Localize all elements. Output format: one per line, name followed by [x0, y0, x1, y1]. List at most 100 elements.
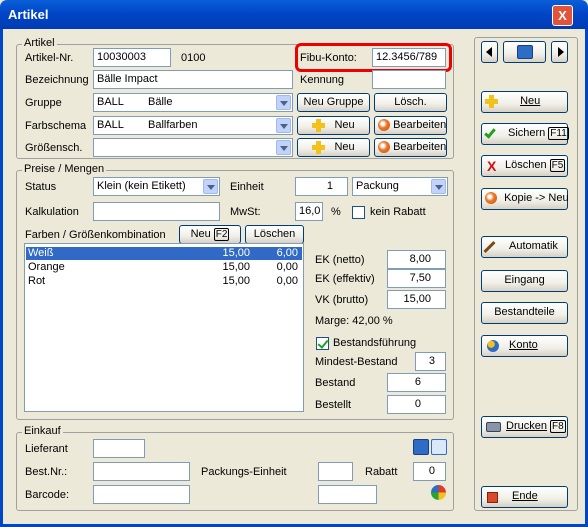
bestnr-field[interactable]	[93, 462, 190, 481]
plus-icon	[312, 118, 326, 132]
gruppe-name: Bälle	[148, 96, 173, 108]
lieferant-field[interactable]	[93, 439, 145, 458]
prev-record-button[interactable]	[481, 41, 498, 63]
bestandteile-button[interactable]: Bestandteile	[481, 302, 568, 324]
mwst-field[interactable]: 16,0	[295, 202, 323, 221]
lieferant-label: Lieferant	[25, 443, 68, 455]
table-icon[interactable]	[413, 439, 429, 455]
edit-icon	[378, 119, 390, 132]
row-stock: 6,00	[276, 247, 298, 259]
konto-button[interactable]: Konto	[481, 335, 568, 357]
einheit-qty-field[interactable]: 1	[295, 177, 348, 196]
vk-field[interactable]: 15,00	[387, 290, 446, 309]
chevron-down-icon[interactable]	[203, 179, 218, 194]
packungs-field[interactable]	[318, 462, 353, 481]
sichern-label: Sichern	[508, 127, 546, 139]
sichern-button[interactable]: Sichern F11	[481, 123, 569, 145]
eingang-button[interactable]: Eingang	[481, 270, 568, 292]
chevron-down-icon[interactable]	[276, 140, 291, 155]
packungs-label: Packungs-Einheit	[201, 466, 287, 478]
edit-icon	[378, 141, 390, 154]
row-name: Weiß	[28, 247, 54, 259]
kein-rabatt-checkbox[interactable]	[352, 206, 365, 219]
status-select[interactable]: Klein (kein Etikett)	[93, 177, 220, 196]
bestand-field[interactable]: 6	[387, 373, 446, 392]
automatik-label: Automatik	[509, 240, 558, 252]
kennung-label: Kennung	[300, 74, 345, 86]
farbschema-label: Farbschema	[25, 120, 87, 132]
chevron-down-icon[interactable]	[431, 179, 446, 194]
drucken-key: F8	[549, 420, 566, 433]
farben-list[interactable]: Weiß 15,00 6,00 Orange 15,00 0,00 Rot 15…	[24, 243, 304, 412]
farben-neu-label: Neu	[190, 228, 211, 240]
list-item[interactable]: Orange 15,00 0,00	[26, 261, 302, 274]
groessen-bearbeiten-button[interactable]: Bearbeiten	[374, 138, 447, 157]
artikel-nr-label: Artikel-Nr.	[25, 52, 74, 64]
bezeichnung-label: Bezeichnung	[25, 74, 89, 86]
bezeichnung-field[interactable]: Bälle Impact	[93, 70, 293, 89]
window-title: Artikel	[8, 7, 49, 22]
barcode-field[interactable]	[93, 485, 190, 504]
groessen-select[interactable]	[93, 138, 293, 157]
list-view-button[interactable]	[503, 41, 546, 63]
ende-label: Ende	[512, 490, 538, 502]
drucken-button[interactable]: Drucken F8	[481, 416, 568, 438]
bestand-label: Bestand	[315, 377, 356, 389]
exit-icon	[487, 492, 498, 503]
loeschen-key: F5	[549, 159, 566, 172]
farbschema-bearbeiten-label: Bearbeiten	[393, 119, 447, 131]
neu-gruppe-button[interactable]: Neu Gruppe	[297, 93, 370, 112]
row-name: Orange	[28, 261, 65, 273]
gruppe-select[interactable]: BALL Bälle	[93, 93, 293, 112]
farbschema-code: BALL	[97, 119, 124, 131]
bestellt-field[interactable]: 0	[387, 395, 446, 414]
copy-icon	[485, 192, 497, 205]
kalkulation-field[interactable]	[93, 202, 220, 221]
fibu-konto-highlight	[295, 43, 452, 72]
list-item[interactable]: Weiß 15,00 6,00	[26, 247, 302, 260]
einheit-label: Einheit	[230, 181, 264, 193]
ek-eff-label: EK (effektiv)	[315, 273, 375, 285]
farbschema-select[interactable]: BALL Ballfarben	[93, 116, 293, 135]
mindest-field[interactable]: 3	[415, 352, 446, 371]
close-button[interactable]: X	[552, 5, 573, 26]
chevron-down-icon[interactable]	[276, 118, 291, 133]
kennung-field[interactable]	[372, 70, 446, 89]
farbschema-name: Ballfarben	[148, 119, 198, 131]
farben-neu-button[interactable]: Neu F2	[179, 225, 241, 244]
table-icon	[517, 45, 533, 59]
einheit-select[interactable]: Packung	[352, 177, 448, 196]
rabatt-field[interactable]: 0	[413, 462, 446, 481]
status-label: Status	[25, 181, 57, 193]
status-value: Klein (kein Etikett)	[97, 180, 186, 192]
search-icon[interactable]	[431, 439, 447, 455]
next-record-button[interactable]	[551, 41, 568, 63]
chevron-down-icon[interactable]	[276, 95, 291, 110]
gruppe-label: Gruppe	[25, 97, 62, 109]
farbschema-bearbeiten-button[interactable]: Bearbeiten	[374, 116, 447, 135]
colors-icon[interactable]	[431, 485, 446, 500]
plus-icon	[485, 94, 498, 108]
ek-netto-field[interactable]: 8,00	[387, 250, 446, 269]
groessen-neu-button[interactable]: Neu	[297, 138, 370, 157]
arrow-right-icon	[558, 47, 564, 57]
kopie-button[interactable]: Kopie -> Neu	[481, 188, 569, 210]
ende-button[interactable]: Ende	[481, 486, 568, 508]
people-icon	[487, 340, 499, 352]
artikel-nr-field[interactable]: 10030003	[93, 48, 171, 67]
bestandsfuehrung-checkbox[interactable]	[316, 337, 329, 350]
arrow-left-icon	[486, 47, 492, 57]
barcode2-field[interactable]	[318, 485, 377, 504]
neu-label: Neu	[520, 95, 541, 107]
list-item[interactable]: Rot 15,00 0,00	[26, 275, 302, 288]
loeschen-button[interactable]: X Löschen F5	[481, 155, 568, 177]
farbschema-neu-button[interactable]: Neu	[297, 116, 370, 135]
neu-button[interactable]: Neu	[481, 91, 568, 113]
loesch-button[interactable]: Lösch.	[374, 93, 447, 112]
farben-loeschen-button[interactable]: Löschen	[245, 225, 304, 244]
marge-text: Marge: 42,00 %	[315, 315, 393, 327]
ek-eff-field[interactable]: 7,50	[387, 269, 446, 288]
automatik-button[interactable]: Automatik	[481, 236, 568, 258]
kein-rabatt-label: kein Rabatt	[370, 206, 426, 218]
rabatt-label: Rabatt	[365, 466, 398, 478]
